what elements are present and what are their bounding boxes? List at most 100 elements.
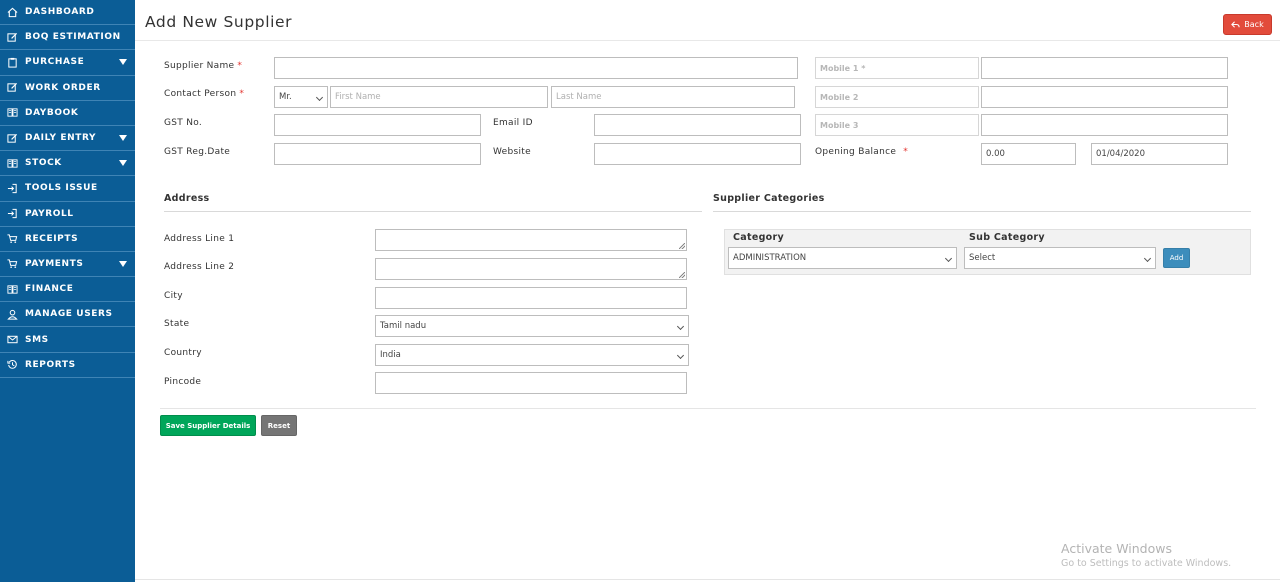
sidebar-item-work-order[interactable]: WORK ORDER: [0, 76, 135, 101]
website-label: Website: [493, 147, 531, 157]
salutation-select[interactable]: Mr.: [274, 86, 328, 108]
page-bottom-border: [135, 579, 1280, 580]
sidebar-item-label: FINANCE: [25, 284, 74, 295]
opening-balance-label: Opening Balance *: [815, 147, 909, 157]
sidebar-item-manage-users[interactable]: MANAGE USERS: [0, 302, 135, 328]
gst-no-label: GST No.: [164, 118, 203, 128]
sidebar-item-label: DAILY ENTRY: [25, 133, 97, 144]
pincode-label: Pincode: [164, 377, 202, 387]
sidebar-item-sms[interactable]: SMS: [0, 327, 135, 353]
sidebar-item-stock[interactable]: STOCK: [0, 151, 135, 177]
sidebar-item-tools-issue[interactable]: TOOLS ISSUE: [0, 176, 135, 202]
gst-reg-date-input[interactable]: [274, 143, 481, 165]
categories-divider: [713, 211, 1251, 212]
sidebar-item-finance[interactable]: FINANCE: [0, 277, 135, 303]
edit-icon: [6, 82, 18, 94]
first-name-input[interactable]: First Name: [330, 86, 548, 108]
resize-handle-icon[interactable]: [679, 272, 685, 278]
mobile3-number-input[interactable]: [981, 114, 1228, 136]
address-line1-textarea[interactable]: [375, 229, 687, 251]
pincode-input[interactable]: [375, 372, 687, 394]
sidebar-item-reports[interactable]: REPORTS: [0, 353, 135, 378]
address-line2-textarea[interactable]: [375, 258, 687, 280]
sidebar-item-label: RECEIPTS: [25, 233, 79, 244]
clipboard-icon: [6, 56, 18, 68]
state-value: Tamil nadu: [380, 321, 427, 331]
mobile2-number-input[interactable]: [981, 86, 1228, 108]
mobile2-input[interactable]: Mobile 2: [815, 86, 979, 108]
caret-down-icon: [119, 260, 127, 267]
city-input[interactable]: [375, 287, 687, 309]
supplier-name-input[interactable]: [274, 57, 798, 79]
sidebar-item-label: BOQ ESTIMATION: [25, 32, 121, 43]
sign-in-icon: [6, 208, 18, 220]
edit-icon: [6, 31, 18, 43]
caret-down-icon: [119, 134, 127, 141]
home-icon: [6, 6, 18, 18]
sidebar-item-boq-estimation[interactable]: BOQ ESTIMATION: [0, 25, 135, 51]
user-icon: [6, 308, 18, 320]
sidebar-item-purchase[interactable]: PURCHASE: [0, 50, 135, 76]
caret-down-icon: [119, 59, 127, 66]
sidebar-item-label: DASHBOARD: [25, 7, 95, 18]
resize-handle-icon[interactable]: [679, 243, 685, 249]
last-name-input[interactable]: Last Name: [551, 86, 795, 108]
sign-in-icon: [6, 182, 18, 194]
reply-icon: [1231, 20, 1240, 29]
opening-balance-input[interactable]: 0.00: [981, 143, 1076, 165]
sidebar: DASHBOARD BOQ ESTIMATION PURCHASE WORK ORDE…: [0, 0, 135, 582]
email-input[interactable]: [594, 114, 801, 136]
address-line1-label: Address Line 1: [164, 234, 235, 244]
subcategory-select[interactable]: Select: [964, 247, 1156, 269]
mobile1-number-input[interactable]: [981, 57, 1228, 79]
back-button[interactable]: Back: [1223, 14, 1272, 35]
reset-button[interactable]: Reset: [261, 415, 297, 436]
chevron-down-icon: [676, 322, 685, 331]
sidebar-item-daily-entry[interactable]: DAILY ENTRY: [0, 126, 135, 152]
chevron-down-icon: [1143, 254, 1152, 263]
cart-icon: [6, 258, 18, 270]
country-label: Country: [164, 348, 202, 358]
save-supplier-button[interactable]: Save Supplier Details: [160, 415, 256, 436]
state-select[interactable]: Tamil nadu: [375, 315, 689, 337]
category-column-header: Category: [733, 232, 784, 243]
sidebar-item-dashboard[interactable]: DASHBOARD: [0, 0, 135, 26]
title-divider: [135, 40, 1280, 41]
caret-down-icon: [119, 160, 127, 167]
email-label: Email ID: [493, 118, 533, 128]
sidebar-item-payments[interactable]: PAYMENTS: [0, 252, 135, 278]
sidebar-item-daybook[interactable]: DAYBOOK: [0, 101, 135, 126]
sidebar-item-label: TOOLS ISSUE: [25, 183, 98, 194]
book-icon: [6, 283, 18, 295]
sidebar-item-label: REPORTS: [25, 359, 76, 370]
sidebar-item-payroll[interactable]: PAYROLL: [0, 202, 135, 227]
sidebar-item-receipts[interactable]: RECEIPTS: [0, 227, 135, 252]
chevron-down-icon: [676, 351, 685, 360]
address-line2-label: Address Line 2: [164, 262, 235, 272]
opening-balance-date-input[interactable]: 01/04/2020: [1091, 143, 1228, 165]
sidebar-item-label: DAYBOOK: [25, 107, 79, 118]
mobile3-input[interactable]: Mobile 3: [815, 114, 979, 136]
sidebar-item-label: PAYROLL: [25, 208, 74, 219]
category-select[interactable]: ADMINISTRATION: [728, 247, 957, 269]
actions-divider: [160, 408, 1256, 409]
address-heading: Address: [164, 193, 210, 204]
mobile1-input[interactable]: Mobile 1 *: [815, 57, 979, 79]
city-label: City: [164, 291, 183, 301]
gst-no-input[interactable]: [274, 114, 481, 136]
state-label: State: [164, 319, 190, 329]
country-select[interactable]: India: [375, 344, 689, 366]
website-input[interactable]: [594, 143, 801, 165]
supplier-categories-heading: Supplier Categories: [713, 193, 825, 204]
add-category-button[interactable]: Add: [1163, 248, 1190, 268]
sidebar-item-label: PURCHASE: [25, 57, 85, 68]
salutation-value: Mr.: [279, 92, 292, 102]
sidebar-item-label: PAYMENTS: [25, 258, 84, 269]
history-icon: [6, 359, 18, 371]
subcategory-column-header: Sub Category: [969, 232, 1045, 243]
subcategory-value: Select: [969, 253, 996, 263]
activate-windows-title: Activate Windows: [1061, 541, 1172, 556]
activate-windows-subtitle: Go to Settings to activate Windows.: [1061, 558, 1232, 569]
cart-icon: [6, 233, 18, 245]
supplier-name-label: Supplier Name *: [164, 61, 243, 71]
